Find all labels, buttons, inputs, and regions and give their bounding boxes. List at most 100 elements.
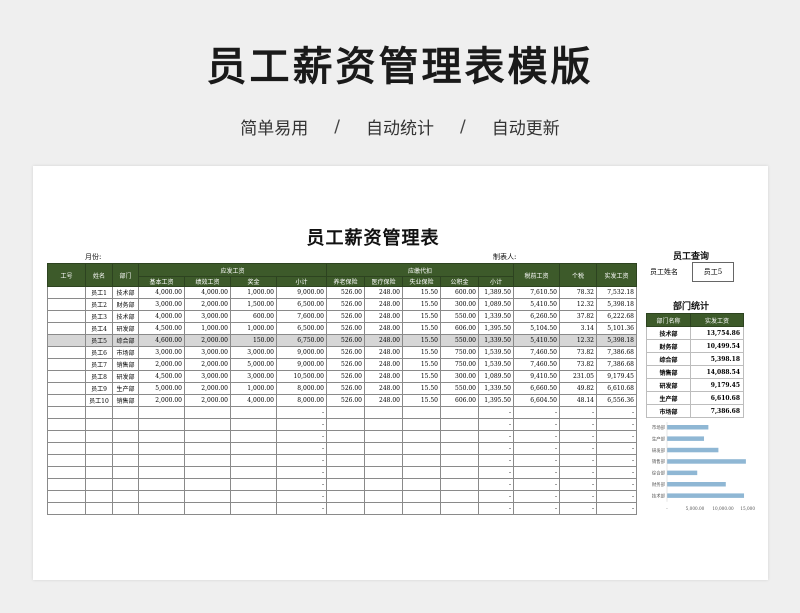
- table-cell[interactable]: 1,000.00: [230, 286, 277, 299]
- table-cell[interactable]: 78.32: [559, 286, 597, 299]
- table-cell[interactable]: [230, 466, 277, 479]
- table-cell[interactable]: 3,000.00: [230, 346, 277, 359]
- table-cell[interactable]: [402, 418, 441, 431]
- table-cell[interactable]: [47, 490, 86, 503]
- table-cell[interactable]: -: [559, 442, 597, 455]
- table-cell[interactable]: 研发部: [112, 370, 139, 383]
- table-cell[interactable]: [326, 490, 365, 503]
- table-cell[interactable]: [402, 442, 441, 455]
- table-cell[interactable]: -: [559, 502, 597, 515]
- table-cell[interactable]: 5,410.50: [513, 298, 560, 311]
- table-cell[interactable]: 6,500.00: [276, 298, 327, 311]
- table-cell[interactable]: 7,386.68: [596, 346, 637, 359]
- table-cell[interactable]: [440, 430, 479, 443]
- table-cell[interactable]: 12.32: [559, 334, 597, 347]
- table-cell[interactable]: -: [478, 454, 514, 467]
- table-cell[interactable]: 2,000.00: [184, 298, 231, 311]
- table-cell[interactable]: [47, 322, 86, 335]
- table-cell[interactable]: [364, 406, 403, 419]
- table-cell[interactable]: 600.00: [440, 286, 479, 299]
- table-cell[interactable]: 5,104.50: [513, 322, 560, 335]
- table-cell[interactable]: [138, 406, 185, 419]
- table-cell[interactable]: -: [478, 430, 514, 443]
- table-cell[interactable]: 15.50: [402, 298, 441, 311]
- table-cell[interactable]: -: [559, 406, 597, 419]
- table-cell[interactable]: 1,000.00: [184, 322, 231, 335]
- table-cell[interactable]: 15.50: [402, 370, 441, 383]
- table-cell[interactable]: [47, 298, 86, 311]
- table-cell[interactable]: 3,000.00: [230, 370, 277, 383]
- table-cell[interactable]: [402, 454, 441, 467]
- table-cell[interactable]: -: [478, 478, 514, 491]
- table-cell[interactable]: 3,000.00: [184, 370, 231, 383]
- table-cell[interactable]: -: [478, 502, 514, 515]
- table-cell[interactable]: 7,532.18: [596, 286, 637, 299]
- table-cell[interactable]: 526.00: [326, 394, 365, 407]
- table-cell[interactable]: -: [596, 502, 637, 515]
- table-cell[interactable]: [402, 466, 441, 479]
- table-cell[interactable]: [112, 502, 139, 515]
- table-cell[interactable]: [326, 502, 365, 515]
- table-cell[interactable]: 2,000.00: [184, 358, 231, 371]
- table-cell[interactable]: 生产部: [112, 382, 139, 395]
- table-cell[interactable]: 526.00: [326, 310, 365, 323]
- table-cell[interactable]: -: [596, 442, 637, 455]
- table-cell[interactable]: 5,101.36: [596, 322, 637, 335]
- table-cell[interactable]: [112, 442, 139, 455]
- table-cell[interactable]: 1,389.50: [478, 286, 514, 299]
- table-cell[interactable]: -: [513, 418, 560, 431]
- table-cell[interactable]: 6,604.50: [513, 394, 560, 407]
- table-cell[interactable]: -: [559, 478, 597, 491]
- table-cell[interactable]: [230, 418, 277, 431]
- query-input[interactable]: 员工5: [692, 262, 734, 282]
- table-cell[interactable]: [85, 478, 113, 491]
- table-cell[interactable]: [112, 406, 139, 419]
- table-cell[interactable]: [85, 406, 113, 419]
- table-cell[interactable]: [85, 502, 113, 515]
- table-cell[interactable]: 15.50: [402, 310, 441, 323]
- table-cell[interactable]: [184, 430, 231, 443]
- table-cell[interactable]: [326, 430, 365, 443]
- table-cell[interactable]: 526.00: [326, 358, 365, 371]
- table-cell[interactable]: -: [276, 430, 327, 443]
- table-cell[interactable]: [47, 406, 86, 419]
- table-cell[interactable]: 4,000.00: [184, 286, 231, 299]
- table-cell[interactable]: 1,339.50: [478, 310, 514, 323]
- table-cell[interactable]: [138, 502, 185, 515]
- table-cell[interactable]: [230, 430, 277, 443]
- table-cell[interactable]: -: [478, 442, 514, 455]
- table-cell[interactable]: -: [276, 502, 327, 515]
- table-cell[interactable]: 1,539.50: [478, 346, 514, 359]
- table-cell[interactable]: 550.00: [440, 382, 479, 395]
- table-cell[interactable]: [402, 502, 441, 515]
- table-cell[interactable]: 15.50: [402, 346, 441, 359]
- table-cell[interactable]: 3,000.00: [184, 346, 231, 359]
- table-cell[interactable]: [326, 454, 365, 467]
- table-cell[interactable]: [440, 454, 479, 467]
- table-cell[interactable]: [364, 430, 403, 443]
- table-cell[interactable]: 7,600.00: [276, 310, 327, 323]
- table-cell[interactable]: [230, 454, 277, 467]
- table-cell[interactable]: 300.00: [440, 298, 479, 311]
- table-cell[interactable]: [138, 454, 185, 467]
- table-cell[interactable]: 526.00: [326, 334, 365, 347]
- table-cell[interactable]: 5,398.18: [596, 334, 637, 347]
- table-cell[interactable]: -: [513, 490, 560, 503]
- table-cell[interactable]: [184, 490, 231, 503]
- table-cell[interactable]: [47, 334, 86, 347]
- table-cell[interactable]: [184, 478, 231, 491]
- table-cell[interactable]: -: [276, 490, 327, 503]
- table-cell[interactable]: 7,460.50: [513, 346, 560, 359]
- table-cell[interactable]: [138, 418, 185, 431]
- table-cell[interactable]: [402, 490, 441, 503]
- table-cell[interactable]: [230, 442, 277, 455]
- table-cell[interactable]: 6,222.68: [596, 310, 637, 323]
- table-cell[interactable]: 1,395.50: [478, 322, 514, 335]
- table-cell[interactable]: 10,500.00: [276, 370, 327, 383]
- table-cell[interactable]: 6,556.36: [596, 394, 637, 407]
- table-cell[interactable]: [47, 478, 86, 491]
- table-cell[interactable]: [47, 346, 86, 359]
- table-cell[interactable]: [47, 310, 86, 323]
- table-cell[interactable]: 526.00: [326, 370, 365, 383]
- table-cell[interactable]: 4,500.00: [138, 370, 185, 383]
